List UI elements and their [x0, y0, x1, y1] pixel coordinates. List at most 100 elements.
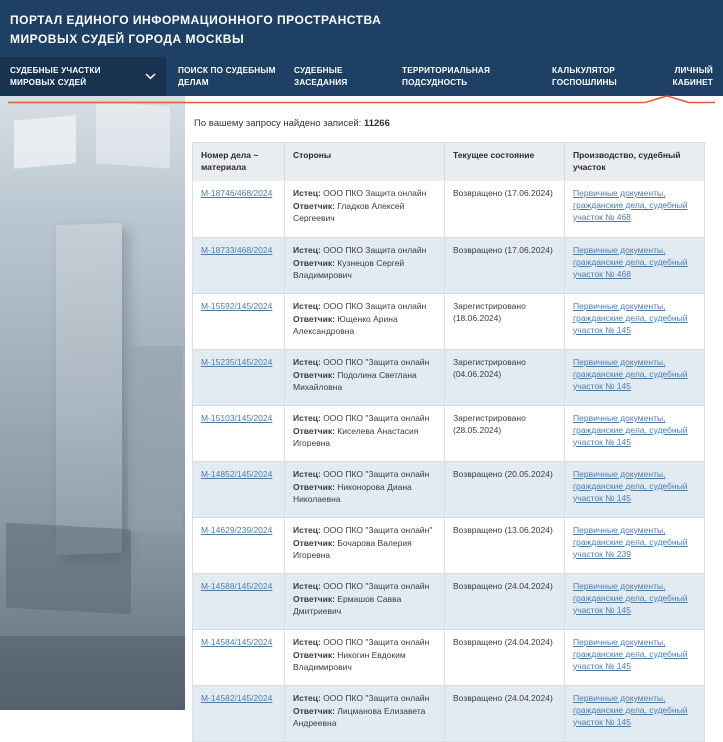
plaintiff-name: ООО ПКО Защита онлайн	[323, 245, 426, 255]
column-header-case-number: Номер дела ~ материала	[193, 143, 284, 181]
defendant-line: Ответчик: Кузнецов Сергей Владимирович	[293, 258, 436, 282]
case-number-cell: М-14852/145/2024	[193, 462, 284, 517]
case-number-cell: М-14629/239/2024	[193, 518, 284, 573]
plaintiff-label: Истец:	[293, 525, 321, 535]
production-cell: Первичные документы, гражданские дела, с…	[564, 294, 706, 349]
nav-item-territorial-jurisdiction[interactable]: ТЕРРИТОРИАЛЬНАЯ ПОДСУДНОСТЬ	[402, 57, 524, 96]
building-shape	[14, 115, 76, 168]
nav-item-fee-calculator[interactable]: КАЛЬКУЛЯТОР ГОСПОШЛИНЫ	[552, 57, 652, 96]
status-cell: Возвращено (24.04.2024)	[444, 574, 564, 629]
plaintiff-name: ООО ПКО "Защита онлайн	[323, 357, 429, 367]
nav-item-case-search[interactable]: ПОИСК ПО СУДЕБНЫМ ДЕЛАМ	[178, 57, 284, 96]
building-shape	[96, 101, 170, 168]
case-number-link[interactable]: М-15592/145/2024	[201, 301, 272, 311]
plaintiff-line: Истец: ООО ПКО "Защита онлайн	[293, 413, 436, 425]
plaintiff-name: ООО ПКО "Защита онлайн	[323, 581, 429, 591]
parties-cell: Истец: ООО ПКО "Защита онлайн Ответчик: …	[284, 686, 444, 741]
plaintiff-line: Истец: ООО ПКО "Защита онлайн	[293, 469, 436, 481]
defendant-label: Ответчик:	[293, 426, 335, 436]
defendant-line: Ответчик: Гладков Алексей Сергеевич	[293, 201, 436, 225]
case-number-link[interactable]: М-15235/145/2024	[201, 357, 272, 367]
production-link[interactable]: Первичные документы, гражданские дела, с…	[573, 469, 687, 503]
case-number-cell: М-14588/145/2024	[193, 574, 284, 629]
nav-item-court-districts[interactable]: СУДЕБНЫЕ УЧАСТКИ МИРОВЫХ СУДЕЙ	[0, 57, 166, 96]
nav-item-label: СУДЕБНЫЕ ЗАСЕДАНИЯ	[294, 65, 394, 89]
case-number-link[interactable]: М-14629/239/2024	[201, 525, 272, 535]
case-number-link[interactable]: М-18733/468/2024	[201, 245, 272, 255]
production-link[interactable]: Первичные документы, гражданские дела, с…	[573, 637, 687, 671]
status-cell: Зарегистрировано (04.06.2024)	[444, 350, 564, 405]
defendant-line: Ответчик: Бочарова Валерия Игоревна	[293, 538, 436, 562]
case-number-link[interactable]: М-15103/145/2024	[201, 413, 272, 423]
site-title-line2: МИРОВЫХ СУДЕЙ ГОРОДА МОСКВЫ	[10, 30, 709, 49]
plaintiff-name: ООО ПКО Защита онлайн	[323, 188, 426, 198]
production-link[interactable]: Первичные документы, гражданские дела, с…	[573, 581, 687, 615]
production-link[interactable]: Первичные документы, гражданские дела, с…	[573, 413, 687, 447]
main-nav: СУДЕБНЫЕ УЧАСТКИ МИРОВЫХ СУДЕЙ ПОИСК ПО …	[0, 57, 723, 96]
skyscraper-shape	[56, 223, 122, 555]
plaintiff-name: ООО ПКО "Защита онлайн	[323, 693, 429, 703]
table-header-row: Номер дела ~ материала Стороны Текущее с…	[193, 143, 704, 181]
table-row: М-14852/145/2024 Истец: ООО ПКО "Защита …	[193, 461, 704, 517]
status-cell: Возвращено (13.06.2024)	[444, 518, 564, 573]
plaintiff-line: Истец: ООО ПКО "Защита онлайн"	[293, 525, 436, 537]
parties-cell: Истец: ООО ПКО Защита онлайн Ответчик: Ю…	[284, 294, 444, 349]
production-cell: Первичные документы, гражданские дела, с…	[564, 406, 706, 461]
plaintiff-label: Истец:	[293, 413, 321, 423]
parties-cell: Истец: ООО ПКО "Защита онлайн Ответчик: …	[284, 350, 444, 405]
production-link[interactable]: Первичные документы, гражданские дела, с…	[573, 301, 687, 335]
defendant-line: Ответчик: Ермашов Савва Дмитриевич	[293, 594, 436, 618]
building-shape	[6, 523, 131, 615]
case-number-link[interactable]: М-14588/145/2024	[201, 581, 272, 591]
parties-cell: Истец: ООО ПКО "Защита онлайн Ответчик: …	[284, 574, 444, 629]
nav-item-court-sessions[interactable]: СУДЕБНЫЕ ЗАСЕДАНИЯ	[294, 57, 394, 96]
building-shape	[128, 346, 183, 531]
plaintiff-line: Истец: ООО ПКО "Защита онлайн	[293, 357, 436, 369]
defendant-label: Ответчик:	[293, 258, 335, 268]
defendant-line: Ответчик: Подолина Светлана Михайловна	[293, 370, 436, 394]
defendant-line: Ответчик: Киселева Анастасия Игоревна	[293, 426, 436, 450]
results-summary: По вашему запросу найдено записей: 11266	[194, 118, 705, 129]
status-cell: Возвращено (17.06.2024)	[444, 238, 564, 293]
column-header-status: Текущее состояние	[444, 143, 564, 181]
table-row: М-15235/145/2024 Истец: ООО ПКО "Защита …	[193, 349, 704, 405]
production-link[interactable]: Первичные документы, гражданские дела, с…	[573, 525, 687, 559]
table-row: М-18746/468/2024 Истец: ООО ПКО Защита о…	[193, 181, 704, 237]
production-cell: Первичные документы, гражданские дела, с…	[564, 630, 706, 685]
parties-cell: Истец: ООО ПКО Защита онлайн Ответчик: Г…	[284, 181, 444, 237]
table-row: М-14629/239/2024 Истец: ООО ПКО "Защита …	[193, 517, 704, 573]
site-title-line1: ПОРТАЛ ЕДИНОГО ИНФОРМАЦИОННОГО ПРОСТРАНС…	[10, 11, 709, 30]
table-row: М-14588/145/2024 Истец: ООО ПКО "Защита …	[193, 573, 704, 629]
status-cell: Зарегистрировано (18.06.2024)	[444, 294, 564, 349]
nav-item-label: ТЕРРИТОРИАЛЬНАЯ ПОДСУДНОСТЬ	[402, 65, 524, 89]
production-link[interactable]: Первичные документы, гражданские дела, с…	[573, 188, 687, 222]
case-number-cell: М-14582/145/2024	[193, 686, 284, 741]
plaintiff-label: Истец:	[293, 301, 321, 311]
plaintiff-name: ООО ПКО "Защита онлайн	[323, 413, 429, 423]
case-number-link[interactable]: М-14852/145/2024	[201, 469, 272, 479]
table-row: М-15103/145/2024 Истец: ООО ПКО "Защита …	[193, 405, 704, 461]
production-link[interactable]: Первичные документы, гражданские дела, с…	[573, 357, 687, 391]
case-number-cell: М-18746/468/2024	[193, 181, 284, 237]
production-link[interactable]: Первичные документы, гражданские дела, с…	[573, 245, 687, 279]
case-number-link[interactable]: М-14584/145/2024	[201, 637, 272, 647]
plaintiff-label: Истец:	[293, 469, 321, 479]
status-cell: Возвращено (20.05.2024)	[444, 462, 564, 517]
case-number-link[interactable]: М-14582/145/2024	[201, 693, 272, 703]
nav-item-personal-account[interactable]: ЛИЧНЫЙ КАБИНЕТ	[659, 57, 723, 96]
plaintiff-line: Истец: ООО ПКО Защита онлайн	[293, 245, 436, 257]
defendant-label: Ответчик:	[293, 706, 335, 716]
production-cell: Первичные документы, гражданские дела, с…	[564, 238, 706, 293]
production-cell: Первичные документы, гражданские дела, с…	[564, 462, 706, 517]
defendant-line: Ответчик: Никонорова Диана Николаевна	[293, 482, 436, 506]
parties-cell: Истец: ООО ПКО "Защита онлайн Ответчик: …	[284, 462, 444, 517]
plaintiff-line: Истец: ООО ПКО "Защита онлайн	[293, 581, 436, 593]
plaintiff-name: ООО ПКО Защита онлайн	[323, 301, 426, 311]
defendant-label: Ответчик:	[293, 314, 335, 324]
results-panel: По вашему запросу найдено записей: 11266…	[185, 96, 723, 710]
parties-cell: Истец: ООО ПКО "Защита онлайн Ответчик: …	[284, 630, 444, 685]
plaintiff-name: ООО ПКО "Защита онлайн	[323, 637, 429, 647]
production-cell: Первичные документы, гражданские дела, с…	[564, 686, 706, 741]
case-number-cell: М-14584/145/2024	[193, 630, 284, 685]
case-number-link[interactable]: М-18746/468/2024	[201, 188, 272, 198]
